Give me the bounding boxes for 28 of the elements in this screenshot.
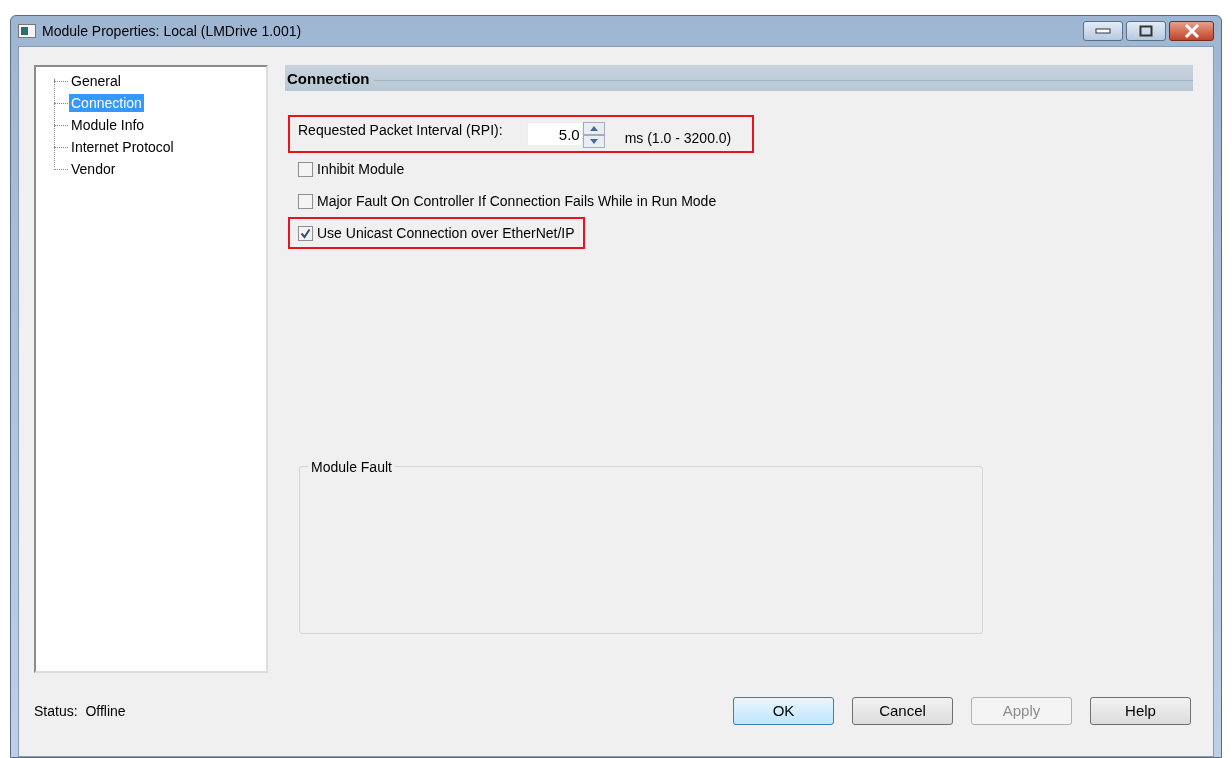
checkbox-label: Use Unicast Connection over EtherNet/IP (317, 225, 575, 241)
checkbox[interactable] (298, 225, 313, 241)
dialog-button[interactable]: OK (733, 696, 834, 725)
close-button[interactable] (1169, 21, 1214, 41)
maximize-icon (1139, 25, 1153, 37)
rpi-label: Requested Packet Interval (RPI): (298, 122, 503, 138)
status-text: Status: Offline (34, 702, 127, 719)
window-icon (18, 24, 36, 38)
tree-item[interactable]: Module Info (69, 116, 147, 134)
checkbox[interactable] (298, 161, 313, 177)
window-title: Module Properties: Local (LMDrive 1.001) (42, 23, 303, 39)
minimize-icon (1095, 28, 1111, 34)
checkbox-label: Major Fault On Controller If Connection Fails While in Run Mode (317, 193, 717, 209)
checkbox[interactable] (298, 193, 313, 209)
checkbox-label: Inhibit Module (317, 161, 405, 177)
group-title: Module Fault (308, 459, 395, 475)
dialog-button[interactable]: Cancel (852, 696, 953, 725)
close-icon (1183, 24, 1200, 38)
spinner-arrows-icon[interactable] (582, 122, 605, 148)
rpi-range: ms (1.0 - 3200.0) (624, 130, 732, 146)
minimize-button[interactable] (1083, 21, 1123, 41)
section-title: Connection (287, 69, 370, 87)
maximize-button[interactable] (1126, 21, 1166, 41)
tree-item[interactable]: Internet Protocol (69, 138, 176, 156)
rpi-field[interactable]: 5.0 (526, 122, 583, 146)
tree-item[interactable]: General (69, 72, 123, 90)
tree-item[interactable]: Vendor (69, 160, 118, 178)
dialog-button[interactable]: Help (1090, 696, 1191, 725)
